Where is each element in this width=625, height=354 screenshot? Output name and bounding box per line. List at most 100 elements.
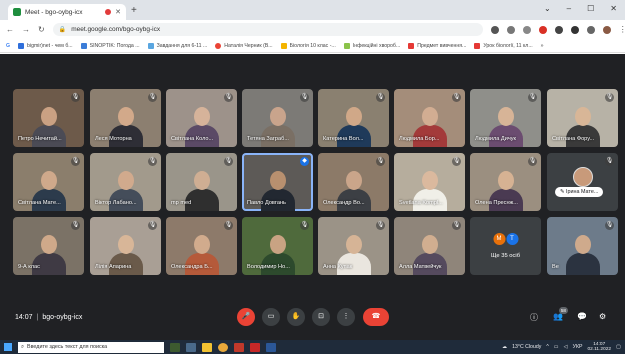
participant-tile[interactable]: 🎙 Олена Преснж... — [470, 153, 541, 211]
windows-start-icon[interactable] — [4, 343, 12, 351]
close-window-button[interactable]: ✕ — [610, 4, 617, 13]
participant-name: Svetlana Kompl... — [399, 200, 443, 206]
clock[interactable]: 14:07 02.11.2022 — [587, 342, 611, 353]
bookmark-item[interactable]: Предмет вивчення... — [408, 42, 466, 49]
meet-favicon-icon — [13, 8, 21, 16]
participant-tile[interactable]: 🎙 Svetlana Kompl... — [394, 153, 465, 211]
participant-tile[interactable]: 🎙 9-А клас — [13, 217, 84, 275]
participant-name: Тетяна Заграб... — [247, 136, 289, 142]
mic-muted-icon: 🎙 — [452, 157, 461, 166]
bookmark-item[interactable]: Урок біології, 11 кл... — [474, 42, 533, 49]
camera-button[interactable]: ▭ — [262, 308, 280, 326]
forward-icon[interactable]: → — [22, 25, 30, 34]
participant-tile[interactable]: 🎙 Лілія Апарина — [90, 217, 161, 275]
participant-tile[interactable]: 🎙 Ве — [547, 217, 618, 275]
bookmark-item[interactable]: Інфекційні хвороб... — [343, 42, 400, 49]
camera-indicator-icon[interactable] — [490, 25, 499, 34]
raise-hand-button[interactable]: ✋ — [287, 308, 305, 326]
mic-muted-icon: 🎙 — [224, 157, 233, 166]
info-icon[interactable]: ⓘ — [530, 312, 538, 323]
extension-red-icon[interactable] — [538, 25, 547, 34]
participant-tile[interactable]: 🎙 Людмила Дичук — [470, 89, 541, 147]
taskbar-app-icon[interactable] — [170, 342, 180, 352]
leave-call-button[interactable]: ☎ — [363, 308, 389, 326]
url-field[interactable]: 🔒 meet.google.com/bgo-oybg-icx — [52, 23, 483, 36]
tab-close-icon[interactable]: ✕ — [115, 8, 121, 16]
participant-tile[interactable]: 🎙 Петро Нечитай... — [13, 89, 84, 147]
file-explorer-icon[interactable] — [202, 342, 212, 352]
mic-button[interactable]: 🎤 — [237, 308, 255, 326]
participant-tile[interactable]: 🎙 Катерина Вол... — [318, 89, 389, 147]
participant-tile[interactable]: 🎙 Тетяна Заграб... — [242, 89, 313, 147]
back-icon[interactable]: ← — [6, 25, 14, 34]
task-view-icon[interactable] — [186, 342, 196, 352]
browser-tab[interactable]: Meet - bgo-oybg-icx ✕ — [8, 4, 126, 20]
word-icon[interactable] — [266, 342, 276, 352]
more-options-button[interactable]: ⋮ — [337, 308, 355, 326]
menu-icon[interactable]: ⋮ — [619, 25, 625, 34]
participant-tile-avatar[interactable]: 🎙 ✎ Ірина Мате... — [547, 153, 618, 211]
volume-icon[interactable]: ◁ — [564, 344, 568, 350]
participant-tile[interactable]: ◆ Павло Довгань — [242, 153, 313, 211]
participant-tile[interactable]: 🎙 Анна Купак — [318, 217, 389, 275]
bookmark-item[interactable]: Біологія 10 клас -... — [280, 42, 336, 49]
more-participants-label: Ще 35 осіб — [490, 253, 521, 259]
participant-tile[interactable]: 🎙 Світлана Фору... — [547, 89, 618, 147]
participant-tile[interactable]: 🎙 Світлана Мате... — [13, 153, 84, 211]
puzzle-icon[interactable] — [570, 25, 579, 34]
network-icon[interactable]: ▭ — [554, 344, 559, 350]
taskbar-search-input[interactable]: ⌕ Введите здесь текст для поиска — [18, 341, 164, 353]
bookmark-item[interactable]: SINOPTIK: Погода ... — [80, 42, 140, 49]
participant-tile[interactable]: 🎙 Віктор Лабано... — [90, 153, 161, 211]
bookmark-icon — [18, 42, 25, 49]
participant-tile[interactable]: 🎙 Світлана Коло... — [166, 89, 237, 147]
tab-search-icon[interactable]: ⌄ — [544, 4, 551, 13]
tray-chevron-icon[interactable]: ^ — [546, 344, 548, 350]
mic-muted-icon: 🎙 — [605, 93, 614, 102]
hand-icon: ✋ — [291, 313, 301, 320]
participant-tile[interactable]: 🎙 Алла Матвейчук — [394, 217, 465, 275]
bookmark-label: Урок біології, 11 кл... — [483, 42, 533, 49]
lock-icon[interactable]: 🔒 — [59, 26, 66, 33]
chrome-icon[interactable] — [218, 342, 228, 352]
meeting-details: 14:07 | bgo-oybg-icx — [15, 314, 82, 321]
participant-tile[interactable]: 🎙 mp med — [166, 153, 237, 211]
extension-icon[interactable] — [554, 25, 563, 34]
google-icon[interactable]: G — [6, 43, 10, 49]
minimize-button[interactable]: – — [567, 4, 571, 13]
camera-icon: ▭ — [267, 313, 275, 320]
sidepanel-icon[interactable] — [586, 25, 595, 34]
bookmark-label: Наталія Черник (В... — [224, 42, 273, 49]
participant-tile[interactable]: 🎙 Олександр Во... — [318, 153, 389, 211]
pdf-app-icon[interactable] — [250, 342, 260, 352]
chat-icon[interactable]: 💬 — [577, 312, 587, 321]
language-indicator[interactable]: УКР — [573, 344, 583, 350]
taskbar-app-icon[interactable] — [234, 342, 244, 352]
participant-tile[interactable]: 🎙 Олександра Б... — [166, 217, 237, 275]
participant-tile[interactable]: 🎙 Володимир Но... — [242, 217, 313, 275]
weather-text[interactable]: 13°C Cloudy — [512, 344, 541, 350]
notifications-icon[interactable]: ▢ — [616, 344, 621, 350]
star-icon[interactable] — [522, 25, 531, 34]
present-button[interactable]: ⊡ — [312, 308, 330, 326]
maximize-button[interactable]: ☐ — [587, 4, 594, 13]
new-tab-button[interactable]: + — [131, 5, 137, 16]
weather-icon[interactable]: ☁ — [502, 344, 507, 350]
bookmark-item[interactable]: Наталія Черник (В... — [215, 42, 273, 49]
share-icon[interactable] — [506, 25, 515, 34]
bookmark-item[interactable]: bigmir)net - чем б... — [18, 42, 73, 49]
activities-icon[interactable]: ⚙ — [599, 312, 606, 321]
participant-name: mp med — [171, 200, 192, 206]
participant-tile[interactable]: 🎙 Леся Моторна — [90, 89, 161, 147]
people-button[interactable]: 👥 58 — [553, 307, 568, 321]
bookmark-item[interactable]: Завдання для 6-11 ... — [147, 42, 207, 49]
speaking-icon: ◆ — [300, 157, 309, 166]
participant-tile[interactable]: 🎙 Людмила Бор... — [394, 89, 465, 147]
recording-dot-icon — [105, 9, 112, 15]
bookmarks-overflow-icon[interactable]: » — [541, 43, 544, 49]
bookmark-icon — [280, 42, 287, 49]
more-participants-tile[interactable]: М Т Ще 35 осіб — [470, 217, 541, 275]
avatar: Т — [506, 233, 518, 245]
profile-avatar[interactable] — [602, 25, 611, 34]
reload-icon[interactable]: ↻ — [38, 25, 45, 34]
